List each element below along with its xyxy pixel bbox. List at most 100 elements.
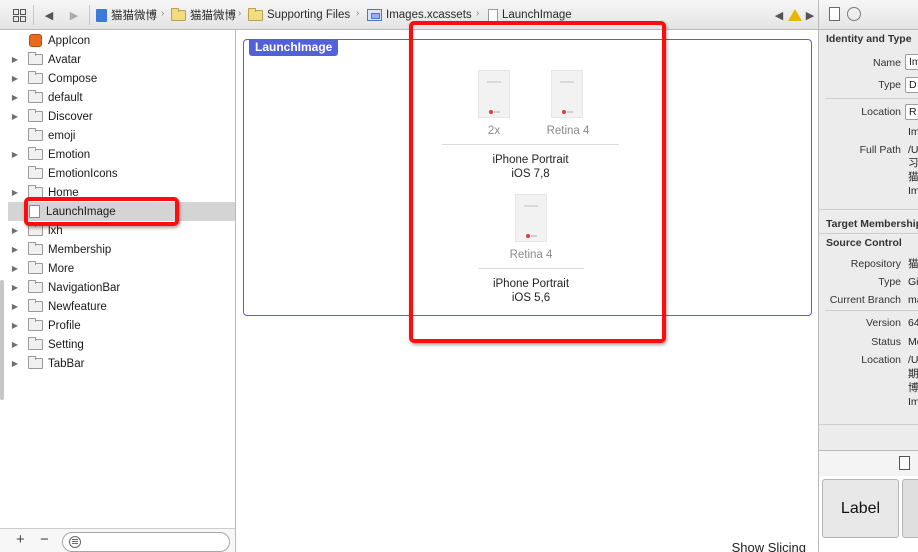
name-label: Name [872, 57, 901, 69]
object-library: Label [819, 476, 918, 552]
navigator-item-membership[interactable]: ▶ Membership [8, 240, 235, 259]
navigator-item-emoji[interactable]: emoji [8, 126, 235, 145]
breadcrumb-group[interactable]: 猫猫微博 [171, 7, 236, 23]
launch-image-set[interactable]: LaunchImage 2x Retina 4 iPhone Portrait … [243, 39, 812, 316]
remove-button[interactable]: − [40, 531, 49, 548]
disclosure-triangle-icon[interactable]: ▶ [8, 93, 22, 102]
version-label: Version [865, 317, 901, 329]
file-template-library-icon[interactable] [899, 456, 910, 470]
navigator-item-label: Emotion [48, 148, 91, 161]
folder-icon [28, 318, 43, 331]
breadcrumb-project[interactable]: 猫猫微博 [96, 7, 157, 23]
disclosure-triangle-icon[interactable]: ▶ [8, 302, 22, 311]
related-items-icon[interactable] [11, 7, 27, 23]
disclosure-triangle-icon[interactable]: ▶ [8, 359, 22, 368]
disclosure-triangle-icon[interactable]: ▶ [8, 283, 22, 292]
quick-help-icon[interactable] [847, 7, 861, 21]
sc-type-value: Gi [908, 276, 918, 288]
current-branch-label: Current Branch [829, 294, 901, 306]
disclosure-triangle-icon[interactable]: ▶ [8, 188, 22, 197]
navigator-item-default[interactable]: ▶ default [8, 88, 235, 107]
library-bar [819, 450, 918, 476]
folder-icon [28, 185, 43, 198]
navigator-item-label: TabBar [48, 357, 85, 370]
full-path-label: Full Path [859, 144, 901, 156]
breadcrumb-launchimage[interactable]: LaunchImage [488, 7, 572, 23]
navigator-item-label: Profile [48, 319, 81, 332]
library-item-label[interactable]: Label [822, 479, 899, 538]
name-field[interactable]: Im [905, 54, 918, 70]
disclosure-triangle-icon[interactable]: ▶ [8, 226, 22, 235]
launch-image-icon [488, 8, 498, 22]
folder-icon [28, 109, 43, 122]
navigator-item-emotionicons[interactable]: EmotionIcons [8, 164, 235, 183]
disclosure-triangle-icon[interactable]: ▶ [8, 74, 22, 83]
disclosure-triangle-icon[interactable]: ▶ [8, 55, 22, 64]
navigator-item-home[interactable]: ▶ Home [8, 183, 235, 202]
folder-icon [28, 261, 43, 274]
divider [89, 5, 90, 25]
navigator-item-appicon[interactable]: AppIcon [8, 31, 235, 50]
disclosure-triangle-icon[interactable]: ▶ [8, 340, 22, 349]
full-path-value: 猫 [908, 171, 918, 183]
folder-icon [171, 7, 186, 21]
navigator-item-launchimage[interactable]: LaunchImage [8, 202, 235, 221]
navigator-item-more[interactable]: ▶ More [8, 259, 235, 278]
folder-icon [28, 337, 43, 350]
library-item[interactable] [902, 479, 918, 538]
folder-icon [28, 242, 43, 255]
breadcrumb-supporting-files[interactable]: Supporting Files [248, 7, 350, 23]
previous-issue-icon[interactable]: ◀ [771, 7, 787, 23]
breadcrumb-label: Images.xcassets [386, 9, 472, 21]
location-value: Im [908, 126, 918, 138]
file-inspector: Identity and Type Name Im Type D Locatio… [818, 0, 918, 552]
navigator-item-newfeature[interactable]: ▶ Newfeature [8, 297, 235, 316]
location-popup[interactable]: R [905, 104, 918, 120]
navigator-item-navigationbar[interactable]: ▶ NavigationBar [8, 278, 235, 297]
back-arrow-icon[interactable]: ◀ [41, 7, 57, 23]
divider [825, 310, 918, 311]
forward-arrow-icon[interactable]: ▶ [66, 7, 82, 23]
full-path-value: Im [908, 185, 918, 197]
navigator-item-label: Newfeature [48, 300, 107, 313]
navigator-item-setting[interactable]: ▶ Setting [8, 335, 235, 354]
navigator-item-label: lxh [48, 224, 63, 237]
navigator-item-compose[interactable]: ▶ Compose [8, 69, 235, 88]
navigator-item-lxh[interactable]: ▶ lxh [8, 221, 235, 240]
type-popup[interactable]: D [905, 77, 918, 93]
divider [819, 424, 918, 425]
disclosure-triangle-icon[interactable]: ▶ [8, 264, 22, 273]
disclosure-triangle-icon[interactable]: ▶ [8, 150, 22, 159]
add-button[interactable]: + [16, 531, 25, 548]
disclosure-triangle-icon[interactable]: ▶ [8, 321, 22, 330]
group-label-line1: iPhone Portrait [492, 154, 569, 166]
warning-icon[interactable] [787, 7, 803, 23]
filter-input[interactable] [62, 532, 230, 552]
navigator-item-emotion[interactable]: ▶ Emotion [8, 145, 235, 164]
navigator-item-profile[interactable]: ▶ Profile [8, 316, 235, 335]
chevron-right-icon: › [356, 8, 360, 19]
target-membership-title: Target Membership [826, 218, 918, 230]
image-slot-retina4[interactable] [551, 70, 583, 118]
navigator-item-label: NavigationBar [48, 281, 121, 294]
slot-label: Retina 4 [509, 249, 553, 261]
sc-location-label: Location [861, 354, 901, 366]
file-inspector-icon[interactable] [829, 7, 840, 21]
image-slot-retina4[interactable] [515, 194, 547, 242]
navigator-item-discover[interactable]: ▶ Discover [8, 107, 235, 126]
disclosure-triangle-icon[interactable]: ▶ [8, 112, 22, 121]
navigator-scrollbar[interactable] [0, 280, 4, 400]
divider [825, 98, 918, 99]
jump-bar: ◀ ▶ 猫猫微博 › 猫猫微博 › Supporting Files › Ima… [0, 0, 918, 30]
show-slicing-button[interactable]: Show Slicing [732, 540, 806, 552]
breadcrumb-xcassets[interactable]: Images.xcassets [367, 7, 472, 23]
disclosure-triangle-icon[interactable]: ▶ [8, 245, 22, 254]
navigator-item-tabbar[interactable]: ▶ TabBar [8, 354, 235, 373]
navigator-item-label: default [48, 91, 83, 104]
navigator-item-avatar[interactable]: ▶ Avatar [8, 50, 235, 69]
chevron-right-icon: › [161, 8, 165, 19]
navigator-item-label: LaunchImage [46, 205, 116, 218]
image-slot-2x[interactable] [478, 70, 510, 118]
folder-icon [28, 299, 43, 312]
next-issue-icon[interactable]: ▶ [802, 7, 818, 23]
